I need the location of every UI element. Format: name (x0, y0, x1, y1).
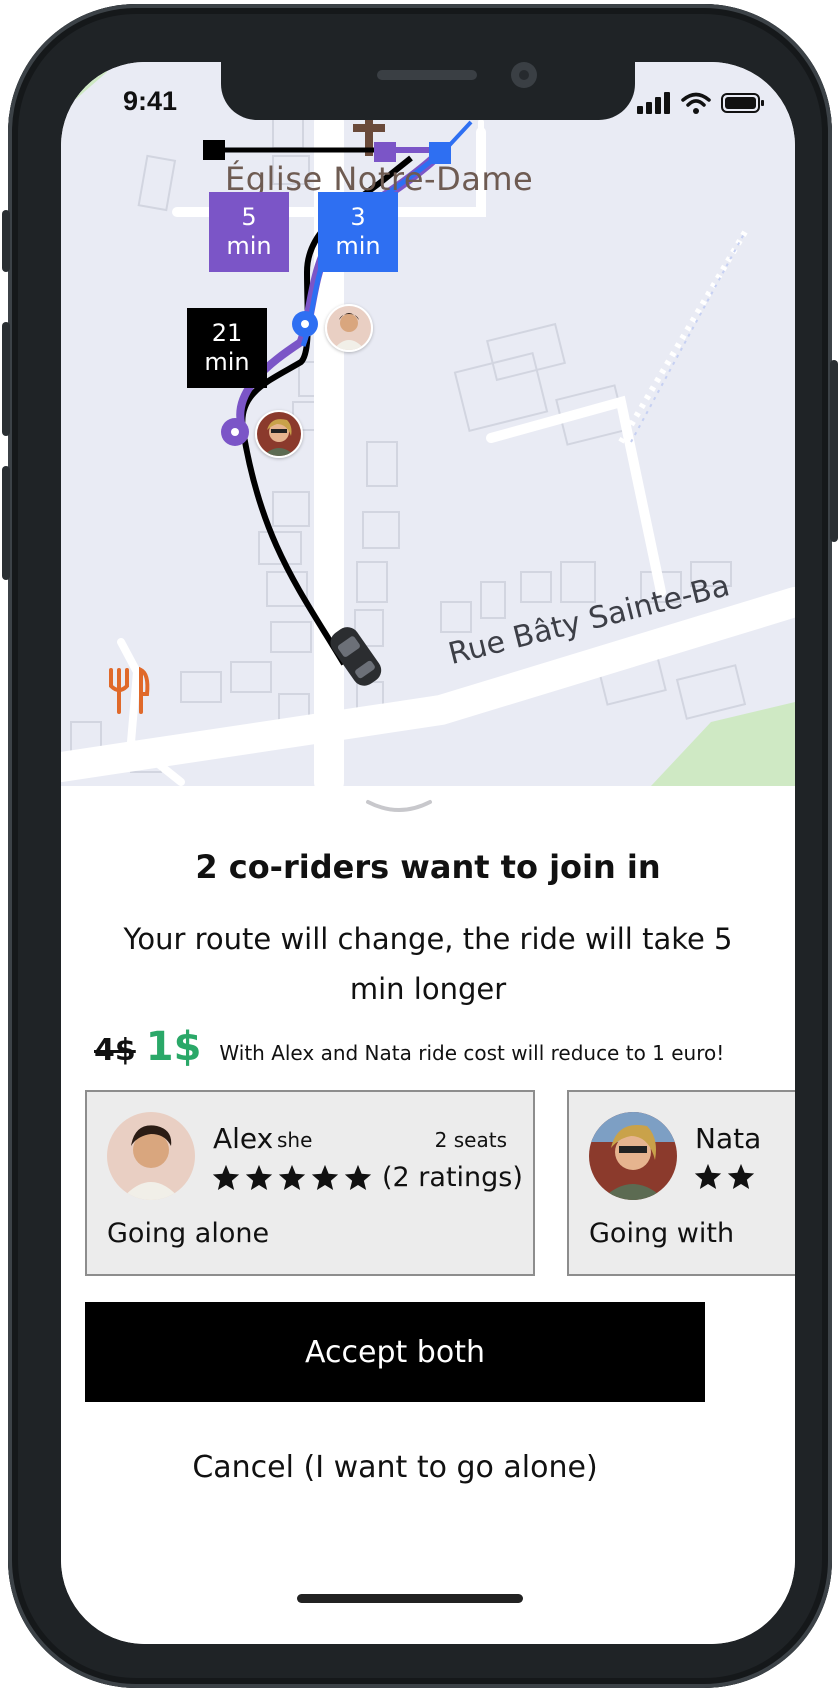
home-indicator[interactable] (297, 1594, 523, 1603)
eta-badge-black: 21 min (187, 308, 267, 388)
mute-switch (2, 210, 10, 272)
eta-badge-blue: 3 min (318, 192, 398, 272)
path-dotted (618, 230, 748, 444)
eta-badge-purple: 5 min (209, 192, 289, 272)
old-price: 4$ (94, 1033, 136, 1068)
notch (221, 62, 635, 120)
star-icon (344, 1164, 372, 1190)
speaker (377, 70, 477, 80)
star-icon (245, 1164, 273, 1190)
rider-name: Alex (213, 1122, 274, 1155)
rider-card-nata[interactable]: Nata Going with (567, 1090, 795, 1276)
cancel-button[interactable]: Cancel (I want to go alone) (85, 1432, 705, 1502)
cellular-signal-icon (637, 92, 670, 114)
accept-both-button[interactable]: Accept both (85, 1302, 705, 1402)
rider-ratings: (2 ratings) (382, 1162, 523, 1193)
status-time: 9:41 (123, 86, 178, 116)
new-price: 1$ (145, 1024, 202, 1070)
battery-icon (721, 93, 764, 113)
rider-avatar-nata-map[interactable] (255, 410, 303, 458)
power-button (830, 360, 838, 542)
volume-up-button (2, 322, 10, 436)
rider-avatar-alex-map[interactable] (325, 304, 373, 352)
star-icon (727, 1163, 755, 1189)
eta-value: 21 (211, 319, 243, 347)
avatar (107, 1112, 195, 1200)
rider-status: Going alone (107, 1218, 270, 1249)
wifi-icon (681, 92, 711, 114)
park-area (651, 702, 795, 786)
price-row: 4$ 1$ With Alex and Nata ride cost will … (94, 1024, 724, 1070)
route-stop-purple (374, 142, 396, 162)
rider-name: Nata (695, 1122, 762, 1155)
rider-carousel[interactable]: Alex she 2 seats (2 ratings) Going alone (85, 1090, 795, 1280)
volume-down-button (2, 466, 10, 580)
rider-pronoun: she (277, 1128, 313, 1152)
park-area (61, 62, 107, 112)
status-icons (637, 92, 765, 114)
star-icon (311, 1164, 339, 1190)
price-note: With Alex and Nata ride cost will reduce… (219, 1041, 725, 1065)
star-icon (694, 1163, 722, 1189)
front-camera (511, 62, 537, 88)
rider-seats: 2 seats (434, 1128, 507, 1152)
path-dotted (630, 231, 746, 443)
sheet-subtitle: Your route will change, the ride will ta… (123, 922, 733, 1006)
phone-frame: Église Notre-Dame Rue Bâty Sainte-Ba 5 m… (2, 4, 838, 1688)
rider-card-alex[interactable]: Alex she 2 seats (2 ratings) Going alone (85, 1090, 535, 1276)
restaurant-icon (109, 666, 150, 714)
map[interactable]: Église Notre-Dame Rue Bâty Sainte-Ba 5 m… (61, 62, 795, 786)
star-icon (278, 1164, 306, 1190)
eta-unit: min (226, 232, 272, 260)
eta-value: 3 (350, 203, 366, 231)
avatar (589, 1112, 677, 1200)
star-icon (212, 1164, 240, 1190)
rider-rating: (2 ratings) (211, 1162, 523, 1193)
route-endpoint (203, 140, 225, 160)
rider-status: Going with (589, 1218, 735, 1249)
phone-screen: Église Notre-Dame Rue Bâty Sainte-Ba 5 m… (61, 62, 795, 1644)
chevron-down-icon[interactable] (364, 798, 434, 818)
sheet-title: 2 co-riders want to join in (195, 848, 661, 886)
bottom-sheet: 2 co-riders want to join in Your route w… (61, 786, 795, 1644)
eta-value: 5 (241, 203, 257, 231)
roads (61, 107, 795, 786)
rider-rating (693, 1162, 759, 1192)
eta-unit: min (335, 232, 381, 260)
eta-unit: min (204, 348, 250, 376)
